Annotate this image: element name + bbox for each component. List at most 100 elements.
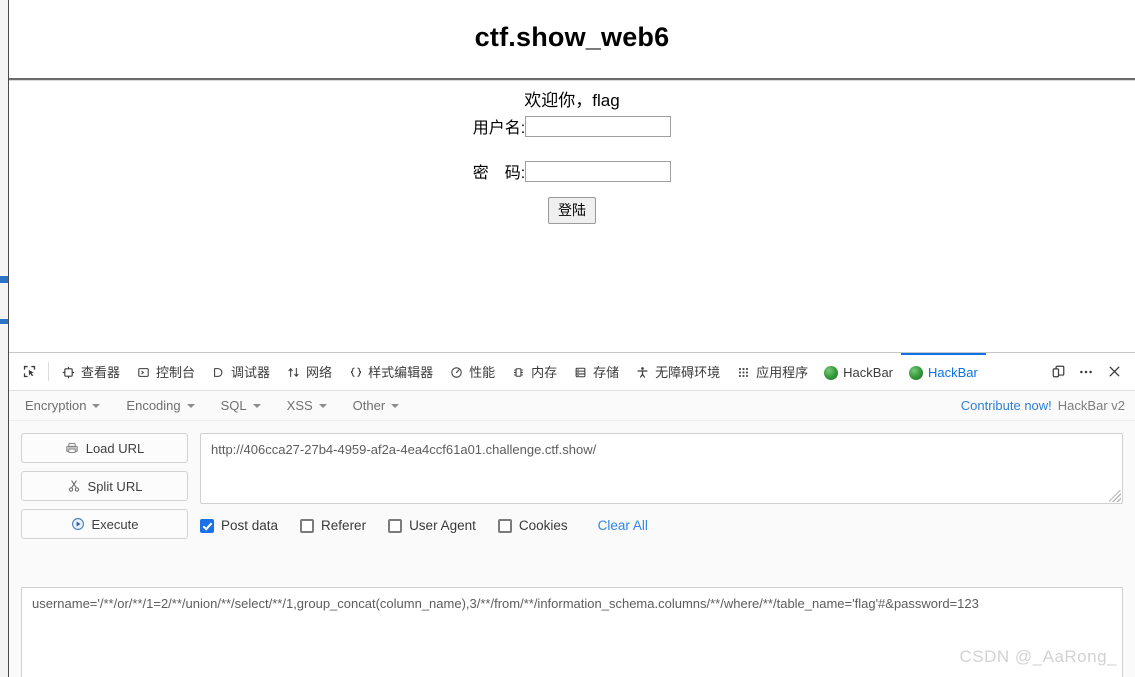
hackbar-menu-sql[interactable]: SQL: [217, 398, 273, 413]
devtools-tab-memory[interactable]: 内存: [503, 353, 565, 390]
hackbar-body: Load URL Split URL Execute http://406cca…: [9, 421, 1135, 539]
devtools-tab-style-editor[interactable]: 样式编辑器: [340, 353, 441, 390]
login-form: 用户名: 密 码: 登陆: [9, 114, 1135, 224]
application-icon: [736, 365, 751, 380]
hackbar-menu-encryption[interactable]: Encryption: [21, 398, 112, 413]
hackbar-extension-icon: [909, 365, 924, 380]
tab-label: 控制台: [156, 365, 196, 380]
chevron-down-icon: [92, 403, 101, 408]
referer-checkbox[interactable]: [300, 518, 315, 533]
option-cookies[interactable]: Cookies: [497, 518, 568, 533]
hackbar-url-section: http://406cca27-27b4-4959-af2a-4ea4ccf61…: [200, 433, 1123, 539]
post-data-value: username='/**/or/**/1=2/**/union/**/sele…: [32, 596, 979, 611]
devtools-toolbar: 查看器 控制台 调试器 网络 样式编辑器 性能 内存 存储 无障碍环境 应用程序…: [9, 353, 1135, 391]
web-page-viewport: ctf.show_web6 欢迎你，flag 用户名: 密 码: 登陆: [9, 0, 1135, 352]
menu-label: Encoding: [126, 398, 181, 413]
devtools-tab-application[interactable]: 应用程序: [728, 353, 816, 390]
option-referer[interactable]: Referer: [300, 518, 366, 533]
network-icon: [286, 365, 301, 380]
tab-label: HackBar: [843, 365, 894, 380]
header-divider: [9, 78, 1135, 81]
option-label: Cookies: [518, 518, 568, 533]
cookies-checkbox[interactable]: [497, 518, 512, 533]
password-input[interactable]: [525, 160, 672, 182]
tab-label: 网络: [306, 365, 333, 380]
menu-label: Encryption: [25, 398, 87, 413]
hackbar-actions: Load URL Split URL Execute: [21, 433, 188, 539]
page-title: ctf.show_web6: [474, 22, 670, 52]
username-label: 用户名:: [472, 120, 526, 137]
menu-label: XSS: [286, 398, 313, 413]
hackbar-menu-other[interactable]: Other: [349, 398, 412, 413]
load-url-icon: [65, 441, 80, 456]
devtools-panel: 查看器 控制台 调试器 网络 样式编辑器 性能 内存 存储 无障碍环境 应用程序…: [9, 352, 1135, 677]
user-agent-checkbox[interactable]: [388, 518, 403, 533]
devtools-tab-storage[interactable]: 存储: [565, 353, 627, 390]
devtools-tab-network[interactable]: 网络: [278, 353, 340, 390]
hackbar-menu-xss[interactable]: XSS: [283, 398, 339, 413]
button-label: Execute: [91, 516, 139, 532]
contribute-link[interactable]: Contribute now!: [961, 398, 1052, 413]
username-row: 用户名:: [9, 114, 1135, 138]
browser-left-chrome: [0, 0, 9, 677]
tab-label: 调试器: [231, 365, 271, 380]
clear-all-link[interactable]: Clear All: [598, 518, 648, 533]
memory-icon: [511, 365, 526, 380]
play-icon: [71, 517, 86, 532]
tab-label: 查看器: [81, 365, 121, 380]
option-user-agent[interactable]: User Agent: [388, 518, 476, 533]
style-editor-icon: [348, 365, 363, 380]
username-input[interactable]: [525, 115, 672, 137]
screenshot-root: ctf.show_web6 欢迎你，flag 用户名: 密 码: 登陆 查看器 …: [0, 0, 1135, 677]
devtools-tab-console[interactable]: 控制台: [128, 353, 203, 390]
dock-panel-icon[interactable]: [1045, 359, 1071, 385]
hackbar-menu-encoding[interactable]: Encoding: [122, 398, 206, 413]
option-label: Post data: [221, 518, 279, 533]
post-data-checkbox[interactable]: [200, 518, 214, 533]
devtools-more-icon[interactable]: [1073, 359, 1099, 385]
request-options-row: Post data Referer User Agent Cookies Cle…: [200, 518, 1123, 533]
devtools-tab-performance[interactable]: 性能: [441, 353, 503, 390]
devtools-toolbar-actions: [1045, 359, 1131, 385]
chevron-down-icon: [318, 403, 327, 408]
toolbar-divider: [48, 362, 49, 381]
page-scroll-marker-bottom[interactable]: [0, 319, 8, 324]
console-icon: [136, 365, 151, 380]
devtools-tab-accessibility[interactable]: 无障碍环境: [627, 353, 728, 390]
tab-label: 性能: [469, 365, 496, 380]
url-value: http://406cca27-27b4-4959-af2a-4ea4ccf61…: [211, 442, 597, 457]
hackbar-extension-icon: [824, 365, 839, 380]
tab-label: 无障碍环境: [655, 365, 721, 380]
close-icon[interactable]: [1101, 359, 1127, 385]
debugger-icon: [211, 365, 226, 380]
load-url-button[interactable]: Load URL: [21, 433, 188, 463]
option-post-data[interactable]: Post data: [200, 518, 278, 533]
url-input[interactable]: http://406cca27-27b4-4959-af2a-4ea4ccf61…: [200, 433, 1123, 504]
login-button-row: 登陆: [9, 197, 1135, 224]
button-label: Load URL: [85, 440, 145, 456]
inspector-icon: [61, 365, 76, 380]
post-data-input[interactable]: username='/**/or/**/1=2/**/union/**/sele…: [21, 587, 1123, 677]
chevron-down-icon: [391, 403, 400, 408]
menu-label: Other: [352, 398, 386, 413]
execute-button[interactable]: Execute: [21, 509, 188, 539]
tab-label: HackBar: [928, 365, 978, 380]
resize-grip-icon[interactable]: [1109, 490, 1121, 502]
devtools-tab-hackbar-1[interactable]: HackBar: [816, 353, 901, 390]
element-picker-icon[interactable]: [15, 359, 43, 385]
welcome-message: 欢迎你，flag: [524, 91, 620, 110]
tab-label: 应用程序: [756, 365, 809, 380]
button-label: Split URL: [87, 478, 143, 494]
split-url-button[interactable]: Split URL: [21, 471, 188, 501]
menu-label: SQL: [220, 398, 247, 413]
option-label: User Agent: [409, 518, 476, 533]
hackbar-menubar: Encryption Encoding SQL XSS Other Contri…: [9, 391, 1135, 421]
password-label: 密 码:: [472, 165, 526, 182]
storage-icon: [573, 365, 588, 380]
login-button[interactable]: 登陆: [548, 197, 596, 224]
page-scroll-marker-top[interactable]: [0, 276, 8, 283]
devtools-tab-debugger[interactable]: 调试器: [203, 353, 278, 390]
devtools-tab-hackbar-2[interactable]: HackBar: [901, 353, 986, 390]
password-row: 密 码:: [9, 159, 1135, 183]
devtools-tab-inspector[interactable]: 查看器: [53, 353, 128, 390]
